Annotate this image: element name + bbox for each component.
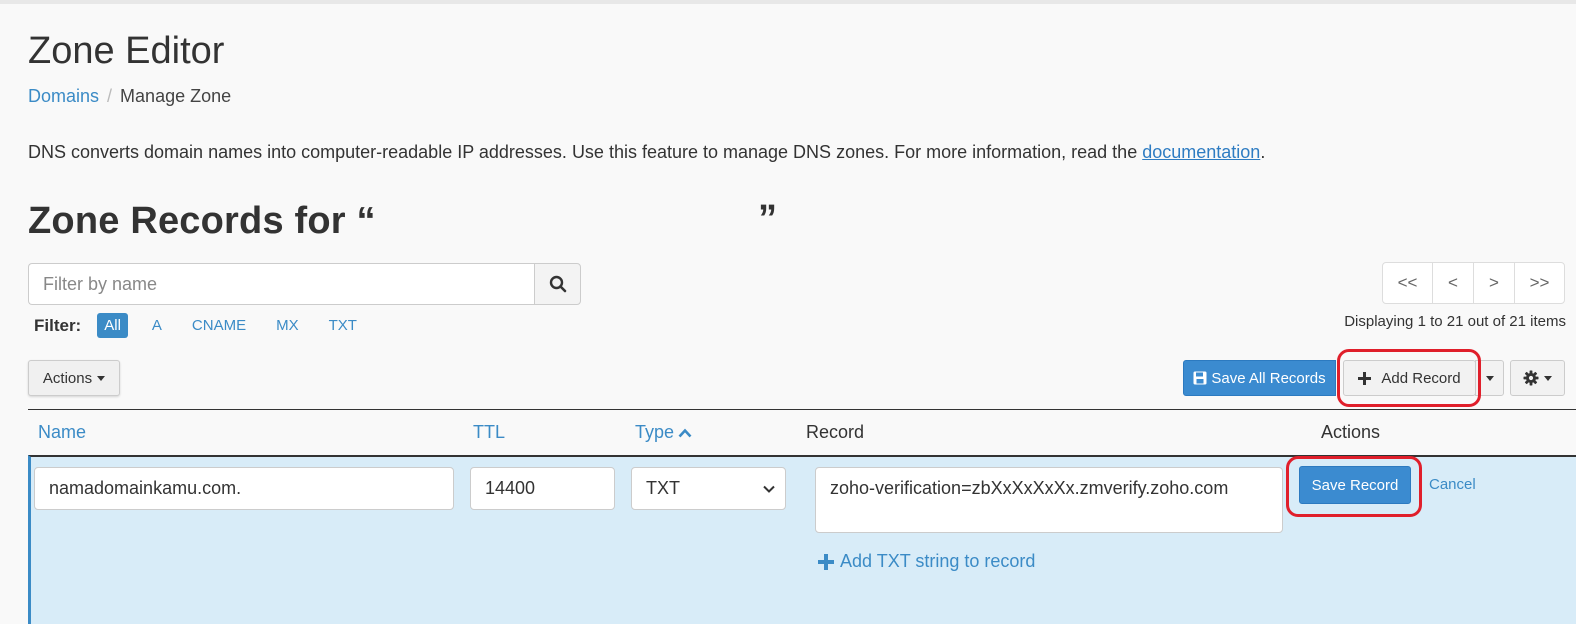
- column-header-type[interactable]: Type: [635, 422, 692, 443]
- column-header-name[interactable]: Name: [38, 422, 86, 443]
- chevron-up-icon: [678, 428, 692, 437]
- filter-mx[interactable]: MX: [276, 314, 299, 337]
- chevron-down-icon: [763, 485, 775, 493]
- breadcrumb-current: Manage Zone: [120, 86, 232, 106]
- annotation-highlight-add-record: [1337, 349, 1481, 407]
- filter-cname[interactable]: CNAME: [192, 314, 246, 337]
- prev-page-button[interactable]: <: [1432, 262, 1474, 304]
- section-title-close: ”: [758, 198, 778, 240]
- filter-txt[interactable]: TXT: [329, 314, 357, 337]
- record-ttl-input[interactable]: 14400: [470, 467, 615, 510]
- intro-body: DNS converts domain names into computer-…: [28, 142, 1143, 162]
- record-value-textarea[interactable]: zoho-verification=zbXxXxXxXx.zmverify.zo…: [815, 467, 1283, 533]
- last-page-button[interactable]: >>: [1514, 262, 1565, 304]
- filter-all[interactable]: All: [97, 313, 128, 338]
- section-title-open: Zone Records for “: [28, 200, 376, 242]
- plus-icon: [818, 553, 834, 570]
- section-title: Zone Records for “ ”: [28, 198, 777, 243]
- search-button[interactable]: [534, 263, 581, 305]
- page-title: Zone Editor: [28, 30, 225, 72]
- caret-down-icon: [1544, 375, 1552, 381]
- column-header-type-label: Type: [635, 422, 675, 442]
- cancel-link[interactable]: Cancel: [1429, 476, 1476, 493]
- save-all-records-button[interactable]: Save All Records: [1183, 360, 1336, 396]
- save-all-label: Save All Records: [1211, 369, 1326, 387]
- table-header-divider: [28, 409, 1576, 410]
- caret-down-icon: [97, 375, 106, 381]
- record-name-input[interactable]: namadomainkamu.com.: [34, 467, 454, 510]
- caret-down-icon: [1485, 375, 1494, 381]
- search-group: [28, 263, 581, 305]
- column-header-ttl[interactable]: TTL: [473, 422, 505, 443]
- floppy-disk-icon: [1193, 371, 1207, 385]
- add-txt-string-label: Add TXT string to record: [840, 551, 1036, 571]
- gear-icon: [1523, 370, 1539, 386]
- annotation-highlight-save-record: [1286, 456, 1422, 517]
- record-type-value: TXT: [646, 478, 680, 498]
- column-header-actions: Actions: [1321, 422, 1381, 442]
- next-page-button[interactable]: >: [1473, 262, 1515, 304]
- first-page-button[interactable]: <<: [1382, 262, 1433, 304]
- filter-label: Filter:: [34, 315, 82, 335]
- breadcrumb: Domains / Manage Zone: [28, 86, 231, 107]
- settings-dropdown-button[interactable]: [1510, 360, 1565, 396]
- search-input[interactable]: [28, 263, 534, 305]
- actions-label: Actions: [42, 369, 93, 387]
- add-txt-string-link[interactable]: Add TXT string to record: [818, 551, 1035, 572]
- pagination-status: Displaying 1 to 21 out of 21 items: [1344, 313, 1566, 330]
- search-icon: [549, 275, 566, 293]
- actions-dropdown-button[interactable]: Actions: [28, 360, 120, 396]
- intro-text: DNS converts domain names into computer-…: [28, 142, 1265, 163]
- record-type-select[interactable]: TXT: [631, 467, 786, 510]
- documentation-link[interactable]: documentation: [1142, 142, 1260, 162]
- top-border: [0, 0, 1576, 4]
- pagination: << < > >>: [1382, 262, 1565, 304]
- breadcrumb-domains-link[interactable]: Domains: [28, 86, 99, 106]
- filter-a[interactable]: A: [152, 314, 162, 337]
- intro-end: .: [1260, 142, 1266, 162]
- filter-bar: Filter: All A CNAME MX TXT: [34, 313, 387, 338]
- breadcrumb-separator: /: [107, 86, 113, 106]
- column-header-record: Record: [806, 422, 865, 442]
